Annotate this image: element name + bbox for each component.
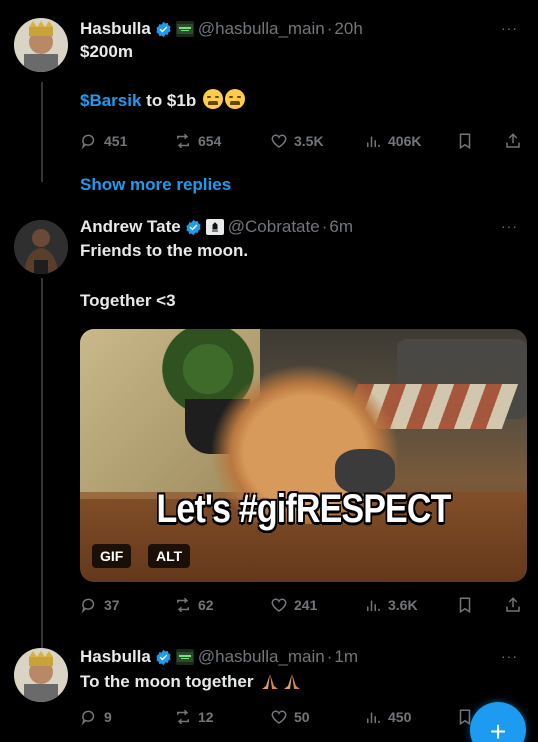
author-name[interactable]: Hasbulla [80,19,151,39]
praying-hands-emoji-icon [262,674,279,689]
view-count: 450 [388,709,412,725]
bookmark-button[interactable] [456,132,480,150]
timestamp[interactable]: 1m [334,647,358,667]
share-button[interactable] [504,596,528,614]
reply-icon [81,134,95,150]
like-button[interactable]: 3.5K [270,132,324,150]
repost-button[interactable]: 654 [174,132,221,150]
tweet-text-rest: to $1b [141,91,197,110]
reply-button[interactable]: 451 [80,132,127,150]
more-icon[interactable]: ··· [501,218,518,234]
tweet-text: To the moon together [80,672,254,691]
tweet-text-line: $Barsik to $1b [80,89,526,112]
steam-face-emoji-icon [202,89,223,109]
views-icon [367,712,380,723]
view-count: 406K [388,133,422,149]
separator: · [321,217,328,236]
views-icon [367,600,380,611]
tweet-text-line: $200m [80,42,133,61]
more-icon[interactable]: ··· [501,648,518,664]
reply-count: 9 [104,709,112,725]
share-button[interactable] [504,132,528,150]
more-icon[interactable]: ··· [501,20,518,36]
bookmark-button[interactable] [456,596,480,614]
separator: · [326,647,333,666]
like-count: 3.5K [294,133,324,149]
views-button[interactable]: 3.6K [364,596,418,614]
author-name[interactable]: Hasbulla [80,647,151,667]
repost-icon [177,709,189,725]
gif-badge: GIF [92,544,132,568]
reply-icon [81,710,95,726]
like-count: 241 [294,597,318,613]
bookmark-icon [459,133,471,150]
cashtag-link[interactable]: $Barsik [80,91,141,110]
repost-icon [177,133,189,149]
affiliation-icon [175,649,194,665]
verified-badge-icon [156,21,171,37]
repost-icon [177,597,189,613]
repost-button[interactable]: 62 [174,596,214,614]
bookmark-icon [459,597,471,614]
avatar[interactable] [14,220,68,274]
like-count: 50 [294,709,310,725]
repost-count: 12 [198,709,214,725]
reply-icon [81,598,95,614]
tweet-1[interactable]: Hasbulla @hasbulla_main · 20h ··· $200m … [0,14,538,164]
tweet-text-line: Together <3 [80,291,176,310]
alt-badge[interactable]: ALT [148,544,191,568]
repost-count: 62 [198,597,214,613]
show-more-replies-link[interactable]: Show more replies [80,175,231,195]
reply-button[interactable]: 37 [80,596,120,614]
tweet-text-line: To the moon together [80,671,526,693]
view-count: 3.6K [388,597,418,613]
like-icon [271,598,287,612]
views-button[interactable]: 450 [364,708,411,726]
author-handle[interactable]: @Cobratate [228,217,320,237]
avatar[interactable] [14,18,68,72]
like-button[interactable]: 50 [270,708,310,726]
share-icon [506,597,520,612]
repost-count: 654 [198,133,222,149]
gif-caption: Let's #gifRESPECT [156,487,451,531]
like-button[interactable]: 241 [270,596,317,614]
affiliation-icon [175,21,194,37]
steam-face-emoji-icon [224,89,245,109]
verified-badge-icon [186,219,201,235]
share-icon [506,133,520,148]
avatar[interactable] [14,648,68,702]
reply-count: 37 [104,597,120,613]
tweet-text-line: Friends to the moon. [80,241,249,260]
repost-button[interactable]: 12 [174,708,214,726]
like-icon [271,710,287,724]
timestamp[interactable]: 6m [329,217,353,237]
reply-button[interactable]: 9 [80,708,112,726]
author-handle[interactable]: @hasbulla_main [198,647,325,667]
separator: · [326,19,333,38]
compose-icon: + [489,716,507,742]
author-name[interactable]: Andrew Tate [80,217,181,237]
gif-media[interactable]: Let's #gifRESPECT GIF ALT [80,329,527,582]
views-icon [367,136,380,147]
reply-count: 451 [104,133,128,149]
praying-hands-emoji-icon [284,674,301,689]
views-button[interactable]: 406K [364,132,421,150]
like-icon [271,134,287,148]
affiliation-icon [205,219,224,235]
author-handle[interactable]: @hasbulla_main [198,19,325,39]
timestamp[interactable]: 20h [334,19,362,39]
verified-badge-icon [156,649,171,665]
